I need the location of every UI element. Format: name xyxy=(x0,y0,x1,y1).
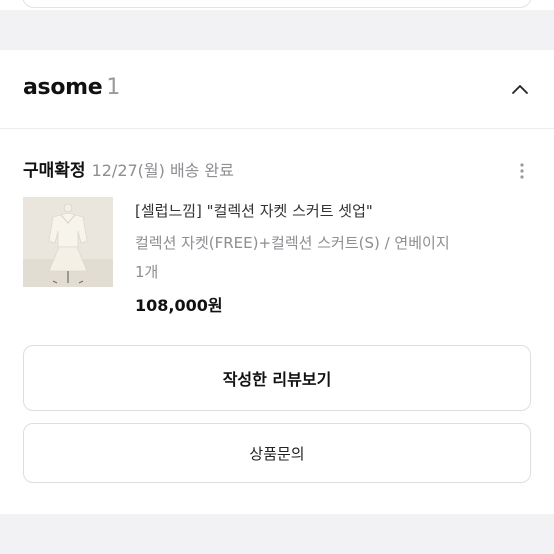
delivery-date: 12/27(월) 배송 완료 xyxy=(91,161,234,180)
order-status-row: 구매확정 12/27(월) 배송 완료 xyxy=(23,156,533,186)
product-price: 108,000원 xyxy=(135,296,223,315)
store-name-text: asome xyxy=(23,75,103,100)
store-order-count: 1 xyxy=(106,75,121,100)
store-name[interactable]: asome 1 xyxy=(23,75,120,100)
previous-card-box xyxy=(22,0,532,8)
product-quantity: 1개 xyxy=(135,263,159,281)
chevron-up-icon[interactable] xyxy=(508,78,532,102)
product-item[interactable]: [셀럽느낌] "컬렉션 자켓 스커트 셋업" 컬렉션 자켓(FREE)+컬렉션 … xyxy=(23,197,533,317)
store-header: asome 1 xyxy=(0,50,554,129)
store-order-section: asome 1 구매확정 12/27(월) 배송 완료 [셀럽느낌] "컬렉션 … xyxy=(0,50,554,514)
order-status: 구매확정 xyxy=(23,161,86,181)
more-vertical-icon[interactable] xyxy=(516,160,528,182)
previous-card-bottom xyxy=(0,0,554,10)
product-option: 컬렉션 자켓(FREE)+컬렉션 스커트(S) / 연베이지 xyxy=(135,234,450,252)
product-thumbnail[interactable] xyxy=(23,197,113,287)
product-inquiry-button[interactable]: 상품문의 xyxy=(23,423,531,483)
view-review-button[interactable]: 작성한 리뷰보기 xyxy=(23,345,531,411)
product-name[interactable]: [셀럽느낌] "컬렉션 자켓 스커트 셋업" xyxy=(135,200,373,221)
